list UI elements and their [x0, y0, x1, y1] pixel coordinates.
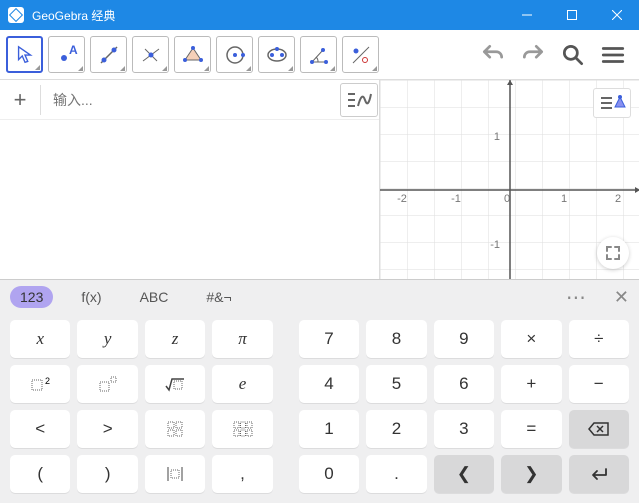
- key-9[interactable]: 9: [434, 320, 494, 358]
- key-6[interactable]: 6: [434, 365, 494, 403]
- key-2[interactable]: 2: [366, 410, 426, 448]
- key-y[interactable]: y: [77, 320, 137, 358]
- key-plus[interactable]: +: [501, 365, 561, 403]
- maximize-button[interactable]: [549, 0, 594, 30]
- svg-text:-1: -1: [490, 239, 500, 251]
- key-rparen[interactable]: ): [77, 455, 137, 493]
- key-left[interactable]: ❮: [434, 455, 494, 493]
- line-tool[interactable]: [90, 36, 127, 73]
- redo-button[interactable]: [515, 37, 551, 73]
- key-minus[interactable]: −: [569, 365, 629, 403]
- key-dot[interactable]: .: [366, 455, 426, 493]
- menu-button[interactable]: [595, 37, 631, 73]
- toggle-algebra-button[interactable]: [340, 83, 378, 117]
- key-power[interactable]: [77, 365, 137, 403]
- key-multiply[interactable]: ×: [501, 320, 561, 358]
- key-equals[interactable]: =: [501, 410, 561, 448]
- algebra-view: +: [0, 80, 380, 279]
- ellipse-tool[interactable]: [258, 36, 295, 73]
- key-matrix2[interactable]: [212, 410, 272, 448]
- key-3[interactable]: 3: [434, 410, 494, 448]
- kb-more-button[interactable]: ⋯: [566, 285, 588, 310]
- key-8[interactable]: 8: [366, 320, 426, 358]
- key-square[interactable]: 2: [10, 365, 70, 403]
- key-sqrt[interactable]: [145, 365, 205, 403]
- key-lt[interactable]: <: [10, 410, 70, 448]
- kb-tab-sym[interactable]: #&¬: [196, 286, 241, 308]
- kb-close-button[interactable]: ✕: [614, 287, 629, 308]
- key-gt[interactable]: >: [77, 410, 137, 448]
- key-e[interactable]: e: [212, 365, 272, 403]
- svg-text:0: 0: [504, 193, 510, 205]
- key-7[interactable]: 7: [299, 320, 359, 358]
- key-right[interactable]: ❯: [501, 455, 561, 493]
- key-0[interactable]: 0: [299, 455, 359, 493]
- key-abs[interactable]: [145, 455, 205, 493]
- key-z[interactable]: z: [145, 320, 205, 358]
- perpendicular-tool[interactable]: [132, 36, 169, 73]
- svg-text:2: 2: [45, 376, 50, 386]
- undo-button[interactable]: [475, 37, 511, 73]
- key-5[interactable]: 5: [366, 365, 426, 403]
- kb-tab-123[interactable]: 123: [10, 286, 53, 308]
- close-button[interactable]: [594, 0, 639, 30]
- key-matrix1[interactable]: [145, 410, 205, 448]
- circle-tool[interactable]: [216, 36, 253, 73]
- svg-text:1: 1: [561, 193, 567, 205]
- algebra-input[interactable]: [41, 92, 379, 108]
- key-comma[interactable]: ,: [212, 455, 272, 493]
- svg-text:A: A: [69, 44, 78, 57]
- key-enter[interactable]: [569, 455, 629, 493]
- app-icon: [8, 7, 24, 23]
- key-4[interactable]: 4: [299, 365, 359, 403]
- add-input-button[interactable]: +: [0, 87, 40, 113]
- svg-text:2: 2: [615, 193, 621, 205]
- key-pi[interactable]: π: [212, 320, 272, 358]
- polygon-tool[interactable]: [174, 36, 211, 73]
- graphics-view[interactable]: -2 -1 0 1 2 1 -1: [380, 80, 639, 279]
- key-backspace[interactable]: [569, 410, 629, 448]
- app-title: GeoGebra 经典: [32, 7, 115, 24]
- virtual-keyboard: 123 f(x) ABC #&¬ ⋯ ✕ x y z π 7 8 9 × ÷ 2…: [0, 279, 639, 503]
- svg-text:1: 1: [494, 131, 500, 143]
- kb-tab-abc[interactable]: ABC: [130, 286, 179, 308]
- reflect-tool[interactable]: [342, 36, 379, 73]
- key-1[interactable]: 1: [299, 410, 359, 448]
- kb-tab-fx[interactable]: f(x): [71, 286, 111, 308]
- fullscreen-button[interactable]: [597, 237, 629, 269]
- key-lparen[interactable]: (: [10, 455, 70, 493]
- point-tool[interactable]: A: [48, 36, 85, 73]
- graphics-settings-button[interactable]: [593, 88, 631, 118]
- key-divide[interactable]: ÷: [569, 320, 629, 358]
- angle-tool[interactable]: [300, 36, 337, 73]
- key-x[interactable]: x: [10, 320, 70, 358]
- move-tool[interactable]: [6, 36, 43, 73]
- svg-text:-1: -1: [451, 193, 461, 205]
- search-button[interactable]: [555, 37, 591, 73]
- svg-text:-2: -2: [397, 193, 407, 205]
- minimize-button[interactable]: [504, 0, 549, 30]
